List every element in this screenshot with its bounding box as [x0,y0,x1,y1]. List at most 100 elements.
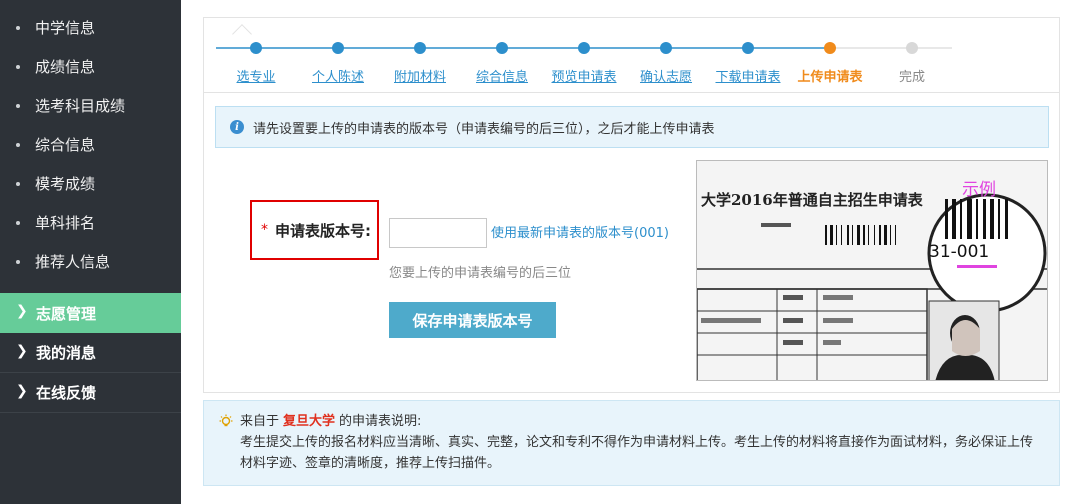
note-header: 来自于 复旦大学 的申请表说明: [218,411,1045,432]
page: 中学信息 成绩信息 选考科目成绩 综合信息 模考成绩 单科排名 推荐人信息 ❯ 志… [0,0,1080,504]
barcode-bar [952,199,956,239]
sidebar-item-label: 在线反馈 [36,384,97,402]
sidebar-main-menu: ❯ 志愿管理 ❯ 我的消息 ❯ 在线反馈 [0,293,181,413]
barcode-bar [847,225,849,245]
barcode-bar [967,199,972,239]
chevron-right-icon: ❯ [16,303,28,319]
bullet-icon [16,26,20,30]
barcode-bar [863,225,865,245]
barcode-bar [879,225,881,245]
barcode-bar [852,225,853,245]
sidebar-item-mock-scores[interactable]: 模考成绩 [0,164,181,203]
bullet-icon [16,182,20,186]
barcode-bar [945,199,948,239]
step-dot [414,42,426,54]
barcode-bar [960,199,962,239]
bullet-icon [16,65,20,69]
use-latest-version-link[interactable]: 使用最新申请表的版本号(001) [491,222,669,241]
note-body: 考生提交上传的报名材料应当清晰、真实、完整，论文和专利不得作为申请材料上传。考生… [240,435,1034,471]
progress-steps: 选专业 个人陈述 附加材料 综合信息 预览申请表 确认志愿 下载申请表 上传申请表 完成 [203,17,1060,93]
sidebar-item-score-info[interactable]: 成绩信息 [0,47,181,86]
step-4-label[interactable]: 综合信息 [476,66,528,85]
barcode-bar [857,225,860,245]
barcode-bar [884,225,887,245]
example-version-number: 31-001 [929,242,990,262]
step-7-label[interactable]: 下载申请表 [715,66,780,85]
barcode-bar [976,199,978,239]
example-image: 大学2016年普通自主招生申请表 示例 31-001 [696,160,1048,381]
bullet-icon [16,221,20,225]
sidebar-item-label: 我的消息 [36,344,97,362]
step-dot [496,42,508,54]
chevron-right-icon: ❯ [16,383,28,399]
main-content: 选专业 个人陈述 附加材料 综合信息 预览申请表 确认志愿 下载申请表 上传申请表 完成 i 请… [203,0,1060,504]
lightbulb-icon [219,414,233,426]
upload-panel: i 请先设置要上传的申请表的版本号（申请表编号的后三位），之后才能上传申请表 *… [203,93,1060,393]
note-prefix: 来自于 [240,414,280,429]
sidebar-sub-menu: 中学信息 成绩信息 选考科目成绩 综合信息 模考成绩 单科排名 推荐人信息 [0,0,181,281]
sidebar-item-label: 志愿管理 [36,304,97,323]
example-form-title: 大学2016年普通自主招生申请表 [701,191,923,209]
sidebar-item-comprehensive-info[interactable]: 综合信息 [0,125,181,164]
info-icon: i [230,120,244,134]
version-label-text: 申请表版本号: [275,221,371,240]
barcode-bar [836,225,837,245]
barcode-bar [868,225,869,245]
example-tag: 示例 [962,180,996,200]
sidebar-item-subject-ranking[interactable]: 单科排名 [0,203,181,242]
step-2-label[interactable]: 个人陈述 [312,66,364,85]
sidebar-item-label: 模考成绩 [35,175,96,193]
sidebar-item-label: 成绩信息 [35,58,96,76]
barcode-bar [1005,199,1008,239]
step-1-label[interactable]: 选专业 [236,66,275,85]
barcode-bar [983,199,986,239]
step-dot [906,42,918,54]
info-bar: i 请先设置要上传的申请表的版本号（申请表编号的后三位），之后才能上传申请表 [215,106,1049,148]
info-text: 请先设置要上传的申请表的版本号（申请表编号的后三位），之后才能上传申请表 [253,121,715,137]
bullet-icon [16,260,20,264]
chevron-right-icon: ❯ [16,343,28,359]
step-dot [332,42,344,54]
bullet-icon [16,143,20,147]
sidebar-item-application-management[interactable]: ❯ 志愿管理 [0,293,181,333]
barcode-bar [998,199,1000,239]
barcode-bar [874,225,875,245]
step-5-label[interactable]: 预览申请表 [551,66,616,85]
sidebar-item-label: 选考科目成绩 [35,97,126,115]
sidebar: 中学信息 成绩信息 选考科目成绩 综合信息 模考成绩 单科排名 推荐人信息 ❯ 志… [0,0,181,504]
barcode-bar [841,225,842,245]
school-note: 来自于 复旦大学 的申请表说明: 考生提交上传的报名材料应当清晰、真实、完整，论… [203,400,1060,486]
version-input[interactable] [389,218,487,248]
sidebar-item-label: 综合信息 [35,136,96,154]
step-dot [578,42,590,54]
required-mark: * [261,222,268,238]
version-hint: 您要上传的申请表编号的后三位 [389,266,572,281]
step-6-label[interactable]: 确认志愿 [640,66,692,85]
step-9-label: 完成 [898,70,926,85]
version-field-label: * 申请表版本号: [250,200,379,260]
sidebar-item-online-feedback[interactable]: ❯ 在线反馈 [0,373,181,413]
note-school-name: 复旦大学 [283,414,336,429]
barcode-bar [990,199,994,239]
sidebar-item-my-messages[interactable]: ❯ 我的消息 [0,333,181,373]
save-version-button[interactable]: 保存申请表版本号 [389,302,556,338]
step-dot [660,42,672,54]
step-dot [250,42,262,54]
step-dot [742,42,754,54]
barcode-bar [890,225,891,245]
sidebar-item-referee-info[interactable]: 推荐人信息 [0,242,181,281]
step-dot [824,42,836,54]
bullet-icon [16,104,20,108]
barcode-bar [830,225,833,245]
step-8-label: 上传申请表 [797,70,863,85]
example-highlight-underline [957,265,997,268]
sidebar-item-middle-school-info[interactable]: 中学信息 [0,8,181,47]
barcode-bar [825,225,827,245]
step-3-label[interactable]: 附加材料 [394,66,446,85]
sidebar-item-elective-scores[interactable]: 选考科目成绩 [0,86,181,125]
barcode-bar [895,225,896,245]
sidebar-item-label: 单科排名 [35,214,96,232]
sidebar-item-label: 中学信息 [35,19,96,37]
sidebar-item-label: 推荐人信息 [35,253,111,271]
note-suffix: 的申请表说明: [339,414,422,429]
